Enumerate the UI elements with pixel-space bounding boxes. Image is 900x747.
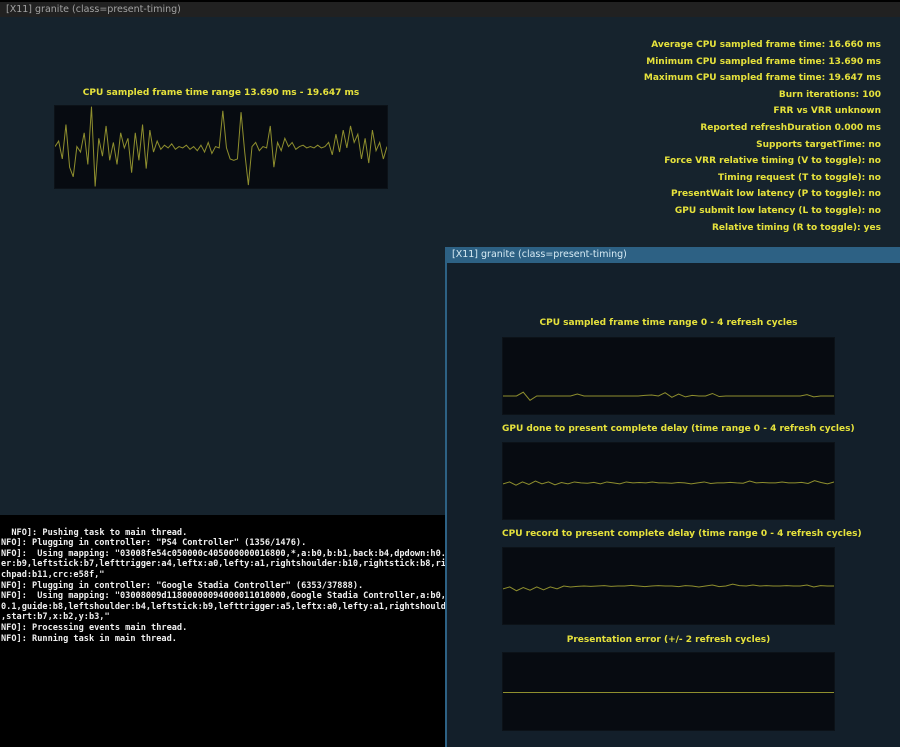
stat-line: Force VRR relative timing (V to toggle):… — [644, 153, 881, 170]
stat-line: Average CPU sampled frame time: 16.660 m… — [644, 37, 881, 54]
cpu-frame-time-cycles-graph — [502, 337, 835, 415]
window2: [X11] granite (class=present-timing) CPU… — [445, 247, 900, 747]
stat-line: FRR vs VRR unknown — [644, 103, 881, 120]
window2-chart3-title: CPU record to present complete delay (ti… — [502, 529, 835, 539]
stat-line: Minimum CPU sampled frame time: 13.690 m… — [644, 54, 881, 71]
presentation-error-graph — [502, 652, 835, 731]
window2-title: [X11] granite (class=present-timing) — [452, 249, 627, 260]
window2-chart1-title: CPU sampled frame time range 0 - 4 refre… — [502, 318, 835, 328]
terminal-output: NFO]: Pushing task to main thread. NFO]:… — [1, 528, 447, 644]
window1-titlebar[interactable]: [X11] granite (class=present-timing) — [0, 2, 900, 17]
window2-chart2-title: GPU done to present complete delay (time… — [502, 424, 835, 434]
stat-line: Burn iterations: 100 — [644, 87, 881, 104]
stat-line: Timing request (T to toggle): no — [644, 170, 881, 187]
window2-chart4-title: Presentation error (+/- 2 refresh cycles… — [502, 635, 835, 645]
window2-titlebar[interactable]: [X11] granite (class=present-timing) — [447, 247, 900, 263]
stat-line: Supports targetTime: no — [644, 137, 881, 154]
terminal-window[interactable]: NFO]: Pushing task to main thread. NFO]:… — [0, 515, 447, 747]
stat-line: GPU submit low latency (L to toggle): no — [644, 203, 881, 220]
stat-line: Reported refreshDuration 0.000 ms — [644, 120, 881, 137]
stat-line: Maximum CPU sampled frame time: 19.647 m… — [644, 70, 881, 87]
stats-list: Average CPU sampled frame time: 16.660 m… — [644, 37, 881, 236]
stat-line: PresentWait low latency (P to toggle): n… — [644, 186, 881, 203]
cpu-frame-time-graph — [54, 105, 388, 189]
cpu-record-delay-graph — [502, 547, 835, 625]
gpu-done-delay-graph — [502, 442, 835, 520]
window1-title: [X11] granite (class=present-timing) — [6, 4, 181, 15]
window1-chart-title: CPU sampled frame time range 13.690 ms -… — [54, 88, 388, 98]
stat-line: Relative timing (R to toggle): yes — [644, 220, 881, 237]
